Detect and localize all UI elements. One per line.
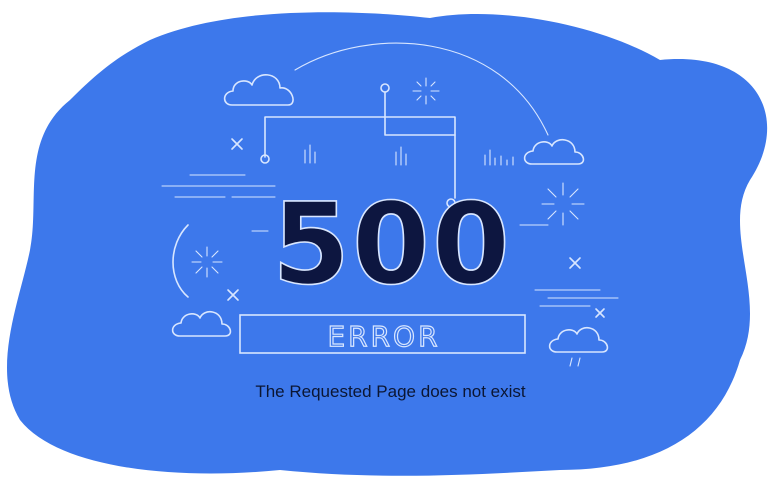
error-code: 500	[272, 180, 512, 310]
error-label: ERROR	[327, 320, 440, 353]
error-message: The Requested Page does not exist	[255, 382, 526, 401]
error-illustration: 500 ERROR	[7, 12, 768, 476]
